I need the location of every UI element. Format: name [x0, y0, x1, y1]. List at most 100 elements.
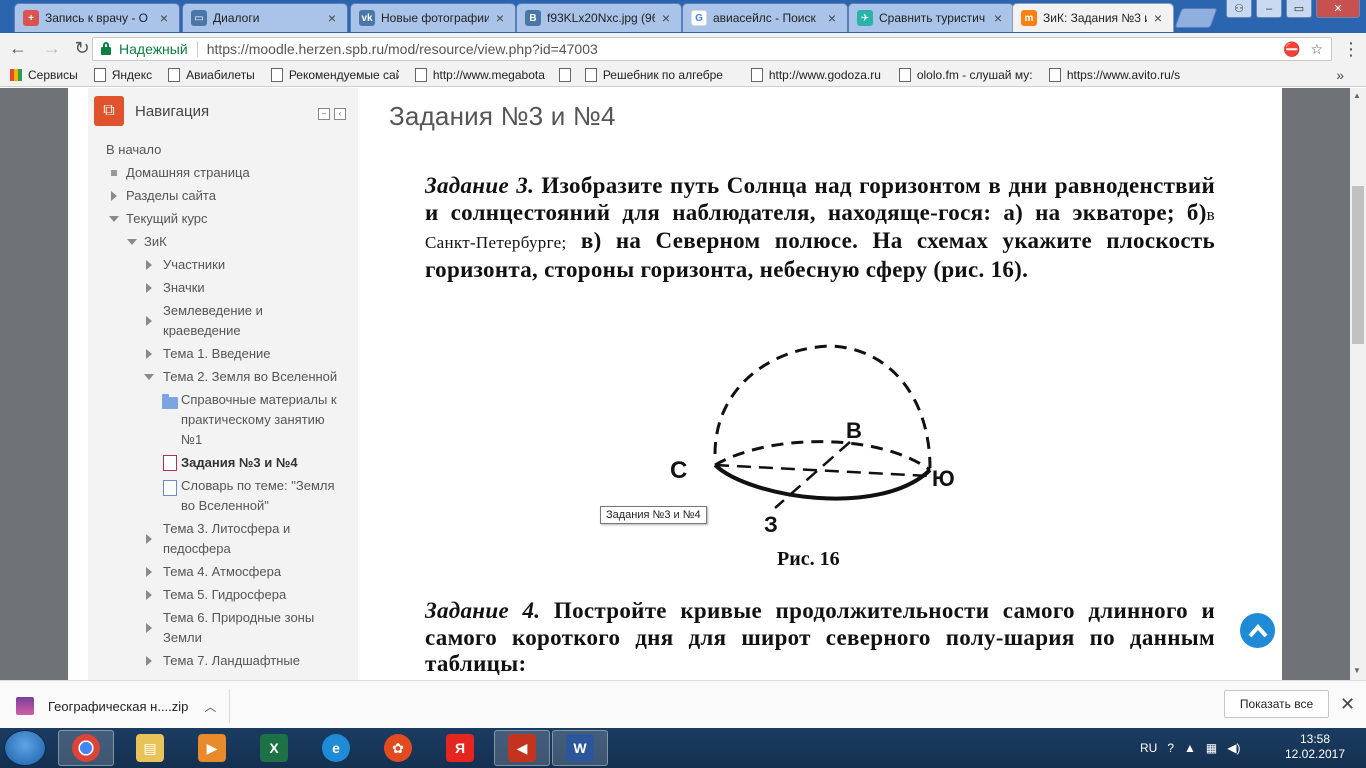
nav-reference-materials[interactable]: Справочные материалы к практическому заня… — [181, 390, 337, 450]
close-icon[interactable]: × — [157, 10, 171, 26]
taskbar-ie[interactable]: e — [308, 730, 364, 766]
nav-section-zemlevedenie[interactable]: Землеведение и краеведение — [163, 301, 263, 341]
new-tab-button[interactable] — [1174, 8, 1218, 28]
more-bookmarks-icon[interactable]: » — [1336, 67, 1344, 83]
page-scrollbar[interactable]: ▲ ▼ — [1350, 88, 1366, 680]
clock[interactable]: 13:58 12.02.2017 — [1278, 732, 1352, 762]
show-all-downloads-button[interactable]: Показать все — [1224, 690, 1329, 718]
expand-arrow-icon[interactable] — [146, 316, 152, 326]
bookmark-services[interactable]: Сервисы — [10, 68, 78, 82]
bookmark-avito[interactable]: https://www.avito.ru/s — [1048, 67, 1195, 82]
close-icon[interactable]: ✕ — [1340, 694, 1355, 715]
nav-participants[interactable]: Участники — [163, 255, 225, 275]
expand-arrow-icon[interactable] — [146, 260, 152, 270]
forward-arrow-icon[interactable]: → — [40, 36, 64, 60]
volume-icon[interactable]: ◀) — [1227, 741, 1240, 755]
expand-arrow-icon[interactable] — [146, 656, 152, 666]
user-icon[interactable]: ⚇ — [1226, 0, 1252, 18]
expand-arrow-icon[interactable] — [111, 191, 117, 201]
taskbar-audio-editor[interactable]: ◀ — [494, 730, 550, 766]
nav-current-course[interactable]: Текущий курс — [126, 209, 208, 229]
page-icon — [168, 67, 181, 82]
expand-arrow-icon[interactable] — [146, 283, 152, 293]
nav-badges[interactable]: Значки — [163, 278, 205, 298]
browser-menu-icon[interactable]: ⋮ — [1342, 39, 1360, 59]
close-icon[interactable]: × — [825, 10, 839, 26]
nav-dashboard[interactable]: Домашняя страница — [126, 163, 250, 183]
nav-label: Тема 3. Литосфера и — [163, 521, 291, 536]
maximize-button[interactable]: ▭ — [1286, 0, 1312, 18]
minimize-button[interactable]: – — [1256, 0, 1282, 18]
expand-arrow-icon[interactable] — [146, 534, 152, 544]
nav-topic-7[interactable]: Тема 7. Ландшафтные — [163, 651, 300, 671]
taskbar-word[interactable]: W — [552, 730, 608, 766]
blocked-cookies-icon[interactable]: ⛔ — [1283, 41, 1300, 58]
expand-arrow-icon[interactable] — [146, 623, 152, 633]
label-north: С — [670, 457, 687, 484]
nav-tasks-3-4-current[interactable]: Задания №3 и №4 — [181, 453, 298, 473]
network-icon[interactable]: ▦ — [1206, 741, 1217, 755]
close-icon[interactable]: × — [991, 10, 1005, 26]
nav-topic-5[interactable]: Тема 5. Гидросфера — [163, 585, 286, 605]
bookmark-ololo[interactable]: ololo.fm - слушай му: — [898, 67, 1035, 82]
taskbar-media-player[interactable]: ▶ — [184, 730, 240, 766]
taskbar-media-center[interactable]: ✿ — [370, 730, 426, 766]
nav-home[interactable]: В начало — [106, 140, 161, 160]
bookmark-godoza[interactable]: http://www.godoza.ru — [750, 67, 885, 82]
move-block-icon[interactable]: ‹ — [334, 108, 346, 120]
nav-topic-1[interactable]: Тема 1. Введение — [163, 344, 271, 364]
window-close-button[interactable]: ✕ — [1316, 0, 1360, 18]
close-icon[interactable]: × — [325, 10, 339, 26]
tab-3[interactable]: vk Новые фотографии × — [350, 3, 516, 32]
tab-4[interactable]: B f93KLx20Nxc.jpg (96 × — [516, 3, 682, 32]
collapse-block-icon[interactable]: – — [318, 108, 330, 120]
collapse-arrow-icon[interactable] — [144, 374, 154, 380]
bookmark-reshebnik[interactable]: Решебник по алгебре — [584, 67, 737, 82]
bookmark-aviabilety[interactable]: Авиабилеты — [168, 67, 255, 82]
close-icon[interactable]: × — [659, 10, 673, 26]
clock-date: 12.02.2017 — [1284, 747, 1346, 761]
taskbar-chrome[interactable] — [58, 730, 114, 766]
scrollbar-thumb[interactable] — [1352, 186, 1364, 344]
bookmark-yandex[interactable]: Яндекс — [93, 67, 152, 82]
scroll-down-arrow-icon[interactable]: ▼ — [1353, 666, 1361, 675]
scroll-to-top-button[interactable] — [1240, 613, 1275, 648]
bookmark-recommended[interactable]: Рекомендуемые сайт — [270, 67, 399, 82]
download-item[interactable]: Географическая н....zip ︿ — [16, 689, 230, 723]
tab-6[interactable]: ✈ Сравнить туристич × — [848, 3, 1014, 32]
url-text[interactable]: https://moodle.herzen.spb.ru/mod/resourc… — [207, 41, 598, 57]
nav-topic-2[interactable]: Тема 2. Земля во Вселенной — [163, 367, 337, 387]
close-icon[interactable]: × — [1151, 10, 1165, 26]
expand-arrow-icon[interactable] — [146, 567, 152, 577]
collapse-arrow-icon[interactable] — [127, 239, 137, 245]
back-arrow-icon[interactable]: ← — [6, 36, 30, 60]
taskbar-yandex[interactable]: Я — [432, 730, 488, 766]
tab-1[interactable]: + Запись к врачу - О × — [14, 3, 180, 32]
nav-topic-4[interactable]: Тема 4. Атмосфера — [163, 562, 281, 582]
tab-7-active[interactable]: m ЗиК: Задания №3 и × — [1012, 3, 1174, 32]
language-indicator[interactable]: RU — [1140, 741, 1157, 755]
nav-course-zik[interactable]: ЗиК — [144, 232, 167, 252]
chevron-up-icon[interactable]: ︿ — [204, 698, 216, 715]
nav-glossary[interactable]: Словарь по теме: "Земля во Вселенной" — [181, 476, 335, 516]
help-icon[interactable]: ? — [1167, 741, 1174, 755]
tab-2[interactable]: ▭ Диалоги × — [182, 3, 348, 32]
expand-arrow-icon[interactable] — [146, 349, 152, 359]
close-icon[interactable]: × — [493, 10, 507, 26]
nav-topic-6[interactable]: Тема 6. Природные зоны Земли — [163, 608, 314, 648]
scroll-up-arrow-icon[interactable]: ▲ — [1353, 91, 1361, 100]
address-bar[interactable]: Надежный https://moodle.herzen.spb.ru/mo… — [92, 37, 1332, 61]
bookmark-megabota[interactable]: http://www.megabota — [414, 67, 549, 82]
bookmark-untitled[interactable] — [558, 67, 577, 82]
nav-topic-3[interactable]: Тема 3. Литосфера и педосфера — [163, 519, 290, 559]
reload-icon[interactable]: ↻ — [70, 36, 94, 60]
expand-arrow-icon[interactable] — [146, 590, 152, 600]
start-button[interactable] — [4, 730, 46, 766]
tray-expand-icon[interactable]: ▲ — [1184, 741, 1196, 755]
bookmark-star-icon[interactable]: ☆ — [1310, 41, 1323, 58]
taskbar-explorer[interactable]: ▤ — [122, 730, 178, 766]
nav-site-pages[interactable]: Разделы сайта — [126, 186, 216, 206]
tab-5[interactable]: G авиасейлс - Поиск × — [682, 3, 848, 32]
collapse-arrow-icon[interactable] — [109, 216, 119, 222]
taskbar-excel[interactable]: X — [246, 730, 302, 766]
